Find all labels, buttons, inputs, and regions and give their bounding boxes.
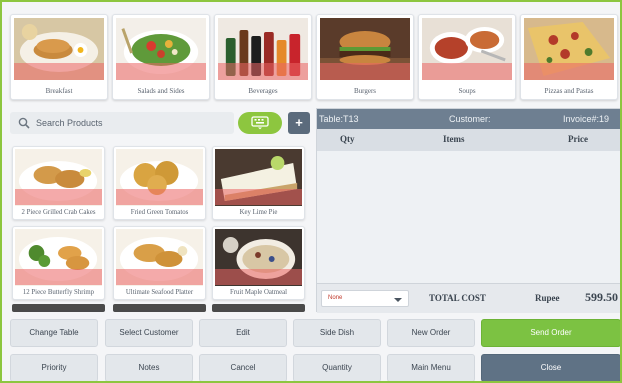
currency-label: Rupee <box>535 293 560 303</box>
product-overlay <box>15 189 102 205</box>
product-overlay <box>116 189 203 205</box>
cancel-button[interactable]: Cancel <box>199 354 287 381</box>
product-overlay <box>116 269 203 285</box>
change-table-button[interactable]: Change Table <box>10 319 98 347</box>
invoice-number: Invoice#:19 <box>563 114 610 124</box>
send-order-button[interactable]: Send Order <box>481 319 620 347</box>
product-tile[interactable]: Ultimate Seafood Platter <box>113 226 206 300</box>
product-label: Fried Green Tomatos <box>130 209 189 216</box>
category-strip: Breakfast Salads and Sides Beverages Bur… <box>6 14 620 102</box>
category-label: Breakfast <box>45 87 73 95</box>
category-burgers[interactable]: Burgers <box>316 14 414 100</box>
category-label: Burgers <box>353 87 377 95</box>
category-salads-and-sides[interactable]: Salads and Sides <box>112 14 210 100</box>
order-header: Table:T13 Customer: Invoice#:19 <box>317 109 620 129</box>
total-cost-label: TOTAL COST <box>429 293 486 303</box>
category-soups[interactable]: Soups <box>418 14 516 100</box>
category-overlay <box>218 63 308 80</box>
product-tile-partial <box>212 304 305 312</box>
add-product-button[interactable]: + <box>288 112 310 134</box>
new-order-button[interactable]: New Order <box>387 319 475 347</box>
total-amount: 599.50 <box>585 290 618 304</box>
product-tile[interactable]: Key Lime Pie <box>212 146 305 220</box>
order-items-list <box>317 151 620 283</box>
product-label: Fruit Maple Oatmeal <box>229 289 287 296</box>
category-breakfast[interactable]: Breakfast <box>10 14 108 100</box>
category-label: Soups <box>458 87 476 95</box>
order-footer: None TOTAL COST Rupee 599.50 <box>317 283 620 313</box>
column-price: Price <box>568 134 588 144</box>
quantity-button[interactable]: Quantity <box>293 354 381 381</box>
discount-select[interactable]: None <box>321 290 409 307</box>
category-label: Pizzas and Pastas <box>544 87 594 95</box>
product-overlay <box>215 269 302 285</box>
pos-app: Breakfast Salads and Sides Beverages Bur… <box>0 0 622 383</box>
product-label: Ultimate Seafood Platter <box>125 289 194 296</box>
product-overlay <box>15 269 102 285</box>
category-label: Salads and Sides <box>137 87 185 95</box>
table-number: Table:T13 <box>319 114 359 124</box>
search-icon <box>18 117 30 129</box>
product-tile[interactable]: 12 Piece Butterfly Shrimp <box>12 226 105 300</box>
priority-button[interactable]: Priority <box>10 354 98 381</box>
notes-button[interactable]: Notes <box>105 354 193 381</box>
product-label: 12 Piece Butterfly Shrimp <box>22 289 95 296</box>
product-tile[interactable]: 2 Piece Grilled Crab Cakes <box>12 146 105 220</box>
category-label: Beverages <box>248 87 278 95</box>
column-items: Items <box>443 134 465 144</box>
keyboard-button[interactable] <box>238 112 282 134</box>
customer-label: Customer: <box>449 114 491 124</box>
search-bar <box>10 112 234 134</box>
product-label: Key Lime Pie <box>239 209 278 216</box>
order-columns: Qty Items Price <box>317 129 620 151</box>
category-overlay <box>14 63 104 80</box>
keyboard-icon <box>251 116 269 130</box>
category-overlay <box>524 63 614 80</box>
category-beverages[interactable]: Beverages <box>214 14 312 100</box>
column-qty: Qty <box>340 134 355 144</box>
product-tile[interactable]: Fruit Maple Oatmeal <box>212 226 305 300</box>
product-overlay <box>215 189 302 205</box>
product-tile[interactable]: Fried Green Tomatos <box>113 146 206 220</box>
edit-button[interactable]: Edit <box>199 319 287 347</box>
product-tile-partial <box>113 304 206 312</box>
category-overlay <box>320 63 410 80</box>
select-value: None <box>328 295 343 301</box>
category-overlay <box>422 63 512 80</box>
category-pizzas-and-pastas[interactable]: Pizzas and Pastas <box>520 14 618 100</box>
product-label: 2 Piece Grilled Crab Cakes <box>21 209 96 216</box>
product-tile-partial <box>12 304 105 312</box>
category-overlay <box>116 63 206 80</box>
chevron-down-icon <box>394 298 402 302</box>
order-panel: Table:T13 Customer: Invoice#:19 Qty Item… <box>316 108 620 313</box>
search-input[interactable] <box>36 115 226 131</box>
side-dish-button[interactable]: Side Dish <box>293 319 381 347</box>
main-menu-button[interactable]: Main Menu <box>387 354 475 381</box>
select-customer-button[interactable]: Select Customer <box>105 319 193 347</box>
close-button[interactable]: Close <box>481 354 620 381</box>
